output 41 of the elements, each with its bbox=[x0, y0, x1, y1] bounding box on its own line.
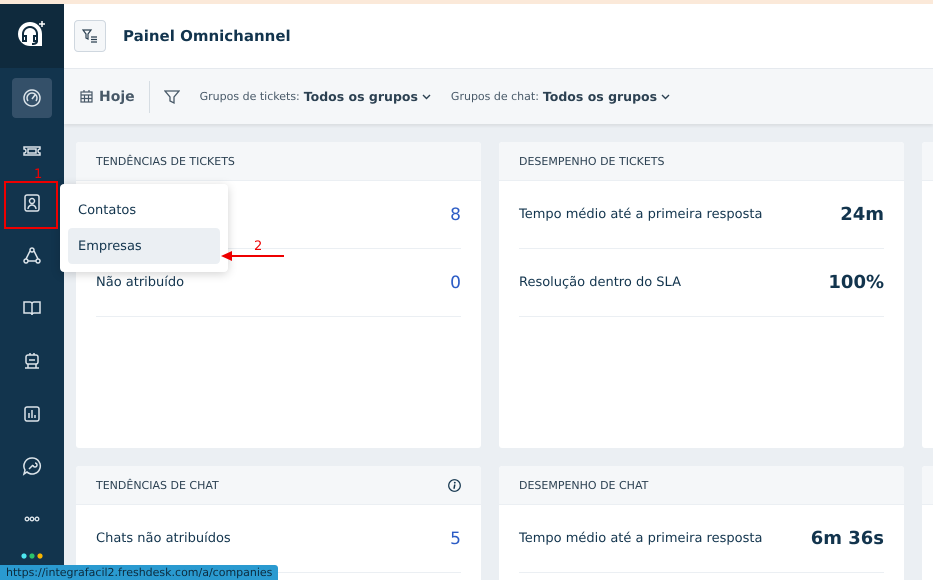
menu-item[interactable]: Empresas bbox=[68, 228, 220, 264]
metric-value: 24m bbox=[840, 204, 884, 225]
highlight-frame bbox=[4, 181, 58, 229]
sidebar-item[interactable] bbox=[12, 78, 52, 118]
calendar-icon bbox=[80, 90, 93, 103]
card-title: TENDÊNCIAS DE CHAT bbox=[96, 478, 219, 492]
metric-label: Resolução dentro do SLA bbox=[519, 275, 681, 290]
annotation-arrow bbox=[220, 250, 286, 262]
chart-icon bbox=[22, 404, 42, 424]
card-title: DESEMPENHO DE TICKETS bbox=[519, 154, 665, 168]
group-filter-dropdown[interactable]: Grupos de tickets: Todos os grupos bbox=[200, 89, 431, 104]
metric-value: 0 bbox=[450, 272, 461, 292]
robot-icon bbox=[22, 350, 42, 371]
metric-label: Tempo médio até a primeira resposta bbox=[519, 531, 762, 546]
contact-card-icon bbox=[22, 193, 42, 214]
metric-value: 5 bbox=[450, 528, 461, 548]
filter-list-icon bbox=[82, 29, 98, 43]
step-number: 2 bbox=[254, 240, 262, 253]
link-url-tooltip: https://integrafacil2.freshdesk.com/a/companies bbox=[0, 565, 278, 580]
more-icon bbox=[24, 516, 40, 522]
chevron-down-icon bbox=[422, 94, 431, 100]
wrench-chat-icon bbox=[22, 456, 42, 476]
filter-list-button[interactable] bbox=[74, 20, 106, 52]
page-title: Painel Omnichannel bbox=[123, 27, 291, 45]
metric-value: 6m 36s bbox=[810, 528, 884, 549]
metric-value: 8 bbox=[450, 204, 461, 224]
group-filter-dropdown[interactable]: Grupos de chat: Todos os grupos bbox=[450, 89, 670, 104]
metric-label: Tempo médio até a primeira resposta bbox=[519, 207, 762, 222]
card-title: TENDÊNCIAS DE TICKETS bbox=[96, 154, 235, 168]
date-selector[interactable]: Hoje bbox=[80, 88, 135, 104]
gauge-icon bbox=[22, 88, 42, 108]
step-number: 1 bbox=[34, 168, 42, 181]
filter-icon[interactable] bbox=[164, 88, 180, 104]
card-title: DESEMPENHO DE CHAT bbox=[519, 478, 648, 492]
info-icon[interactable] bbox=[448, 478, 461, 492]
metric-label: Chats não atribuídos bbox=[96, 531, 231, 546]
chevron-down-icon bbox=[661, 94, 670, 100]
metric-value: 100% bbox=[828, 272, 884, 293]
network-icon bbox=[22, 246, 42, 266]
app-switcher-icon[interactable] bbox=[21, 552, 43, 559]
metric-label: Não atribuído bbox=[96, 275, 184, 290]
